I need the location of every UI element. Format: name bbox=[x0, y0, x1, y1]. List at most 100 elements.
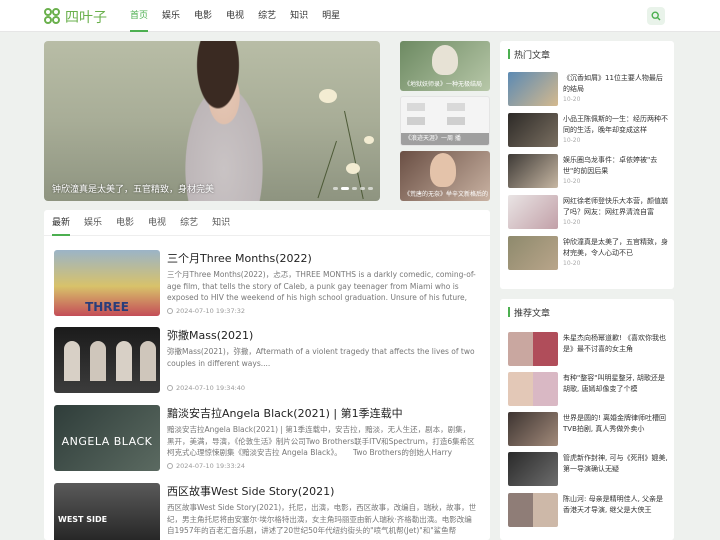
hero-slider[interactable] bbox=[44, 41, 380, 201]
tab-variety[interactable]: 综艺 bbox=[180, 210, 198, 235]
recommended-article-thumbnail[interactable] bbox=[508, 493, 558, 527]
article-thumbnail[interactable]: THREE bbox=[54, 250, 160, 316]
recommended-article-item[interactable]: 世界是圆的! 离婚金牌律师吐槽回TVB拍剧, 真人秀做外卖小 bbox=[508, 412, 668, 446]
hot-articles-box: 热门文章 《沉香如屑》11位主要人物最后的结局 10-20 小品王陈佩斯的一生：… bbox=[500, 41, 674, 289]
hot-article-item[interactable]: 网红徐老师登快乐大本营，颜值崩了吗？网友：网红界清流自富 10-20 bbox=[508, 195, 668, 229]
article-thumbnail[interactable]: ANGELA BLACK bbox=[54, 405, 160, 471]
site-logo[interactable]: 四叶子 bbox=[44, 7, 107, 27]
recommended-article-title[interactable]: 有种"整容"叫明星整牙, 胡歌还是胡歌, 唐嫣却像变了个模 bbox=[563, 373, 669, 395]
recommended-article-item[interactable]: 陈山河: 母亲是精明佳人, 父亲是香港天才导演, 继父是大侠王 bbox=[508, 493, 668, 527]
nav-item-knowledge[interactable]: 知识 bbox=[290, 0, 308, 32]
category-tabs: 最新 娱乐 电影 电视 综艺 知识 bbox=[44, 210, 490, 236]
hero-decoration bbox=[364, 136, 374, 144]
hot-article-item[interactable]: 钟欣潼真是太美了，五官精致，身材完美，令人心动不已 10-20 bbox=[508, 236, 668, 270]
nav-item-home[interactable]: 首页 bbox=[130, 0, 149, 32]
article-item[interactable]: WEST SIDE 西区故事West Side Story(2021) 西区故事… bbox=[54, 483, 484, 540]
hot-article-title[interactable]: 娱乐圈乌龙事件：卓依婷被"去世"的前因后果 bbox=[563, 155, 669, 177]
article-title[interactable]: 三个月Three Months(2022) bbox=[167, 250, 312, 266]
hot-article-item[interactable]: 《沉香如屑》11位主要人物最后的结局 10-20 bbox=[508, 72, 668, 106]
recommended-articles-title: 推荐文章 bbox=[500, 299, 674, 321]
hot-article-thumbnail[interactable] bbox=[508, 195, 558, 229]
article-timestamp: 2024-07-10 19:37:32 bbox=[176, 307, 246, 315]
tab-latest[interactable]: 最新 bbox=[52, 210, 71, 236]
article-thumbnail[interactable]: WEST SIDE bbox=[54, 483, 160, 540]
article-title[interactable]: 西区故事West Side Story(2021) bbox=[167, 483, 334, 499]
main-nav: 首页 娱乐 电影 电视 综艺 知识 明星 bbox=[130, 0, 354, 32]
nav-item-entertainment[interactable]: 娱乐 bbox=[162, 0, 180, 32]
article-list-panel: 最新 娱乐 电影 电视 综艺 知识 THREE 三个月Three Months(… bbox=[44, 210, 490, 540]
article-summary: 黯淡安吉拉Angela Black(2021) | 第1季连载中，安吉拉，黯淡，… bbox=[167, 425, 475, 457]
article-timestamp: 2024-07-10 19:34:40 bbox=[176, 384, 246, 392]
slider-dot[interactable] bbox=[352, 187, 357, 190]
slider-dot-active[interactable] bbox=[341, 187, 349, 190]
search-button[interactable] bbox=[647, 7, 665, 25]
site-header: 四叶子 首页 娱乐 电影 电视 综艺 知识 明星 bbox=[0, 0, 720, 32]
hero-pagination bbox=[333, 187, 373, 190]
hot-article-title[interactable]: 网红徐老师登快乐大本营，颜值崩了吗？网友：网红界清流自富 bbox=[563, 196, 669, 218]
recommended-article-thumbnail[interactable] bbox=[508, 412, 558, 446]
article-item[interactable]: THREE 三个月Three Months(2022) 三个月Three Mon… bbox=[54, 250, 484, 316]
recommended-article-item[interactable]: 朱星杰向杨幂道歉! 《喜欢你我也是》最不讨喜的女主角 bbox=[508, 332, 668, 366]
thumbnail-text: ANGELA BLACK bbox=[61, 435, 153, 448]
hot-article-date: 10-20 bbox=[563, 96, 581, 103]
article-timestamp: 2024-07-10 19:33:24 bbox=[176, 462, 246, 470]
side-thumb-1[interactable]: 《地狱妖师录》一种无极结局 bbox=[400, 41, 490, 91]
hot-article-date: 10-20 bbox=[563, 260, 581, 267]
thumbnail-text: WEST SIDE bbox=[58, 515, 108, 524]
hot-article-title[interactable]: 《沉香如屑》11位主要人物最后的结局 bbox=[563, 73, 669, 95]
hot-article-item[interactable]: 小品王陈佩斯的一生：经历两种不同的生活，晚年却变成这样 10-20 bbox=[508, 113, 668, 147]
clock-icon bbox=[167, 385, 173, 391]
tab-movie[interactable]: 电影 bbox=[116, 210, 134, 235]
hot-article-date: 10-20 bbox=[563, 137, 581, 144]
side-thumb-3[interactable]: 《荒唐的无奈》举辛文新格后的 bbox=[400, 151, 490, 201]
slider-dot[interactable] bbox=[333, 187, 338, 190]
article-summary: 弥撒Mass(2021)，弥撒，Aftermath of a violent t… bbox=[167, 347, 475, 368]
search-icon bbox=[651, 11, 661, 21]
side-thumb-caption: 《地狱妖师录》一种无极结局 bbox=[404, 81, 483, 88]
hero-caption[interactable]: 钟欣潼真是太美了，五官精致，身材完美 bbox=[52, 182, 214, 195]
nav-item-variety[interactable]: 综艺 bbox=[258, 0, 276, 32]
recommended-article-thumbnail[interactable] bbox=[508, 452, 558, 486]
tab-entertainment[interactable]: 娱乐 bbox=[84, 210, 102, 235]
hot-article-date: 10-20 bbox=[563, 219, 581, 226]
recommended-article-title[interactable]: 陈山河: 母亲是精明佳人, 父亲是香港天才导演, 继父是大侠王 bbox=[563, 494, 669, 516]
article-title[interactable]: 弥撒Mass(2021) bbox=[167, 327, 253, 343]
nav-item-tv[interactable]: 电视 bbox=[226, 0, 244, 32]
article-item[interactable]: ANGELA BLACK 黯淡安吉拉Angela Black(2021) | 第… bbox=[54, 405, 484, 471]
side-thumb-2[interactable]: 《浪迹天涯》一周 播 bbox=[400, 96, 490, 146]
hot-article-thumbnail[interactable] bbox=[508, 72, 558, 106]
recommended-article-title[interactable]: 朱星杰向杨幂道歉! 《喜欢你我也是》最不讨喜的女主角 bbox=[563, 333, 669, 355]
hot-article-title[interactable]: 小品王陈佩斯的一生：经历两种不同的生活，晚年却变成这样 bbox=[563, 114, 669, 136]
article-time: 2024-07-10 19:34:40 bbox=[167, 384, 245, 392]
recommended-articles-box: 推荐文章 朱星杰向杨幂道歉! 《喜欢你我也是》最不讨喜的女主角 有种"整容"叫明… bbox=[500, 299, 674, 540]
article-item[interactable]: 弥撒Mass(2021) 弥撒Mass(2021)，弥撒，Aftermath o… bbox=[54, 327, 484, 393]
hero-decoration bbox=[319, 89, 337, 103]
recommended-article-title[interactable]: 管虎新作封神, 可与《死刑》媲美, 第一导演确认无疑 bbox=[563, 453, 669, 475]
slider-dot[interactable] bbox=[360, 187, 365, 190]
hot-article-thumbnail[interactable] bbox=[508, 113, 558, 147]
hot-article-thumbnail[interactable] bbox=[508, 154, 558, 188]
tab-tv[interactable]: 电视 bbox=[148, 210, 166, 235]
hero-decoration bbox=[346, 163, 360, 174]
article-time: 2024-07-10 19:37:32 bbox=[167, 307, 245, 315]
tab-knowledge[interactable]: 知识 bbox=[212, 210, 230, 235]
article-summary: 三个月Three Months(2022)，忐忑，THREE MONTHS is… bbox=[167, 270, 476, 302]
hot-article-item[interactable]: 娱乐圈乌龙事件：卓依婷被"去世"的前因后果 10-20 bbox=[508, 154, 668, 188]
clock-icon bbox=[167, 308, 173, 314]
hot-article-thumbnail[interactable] bbox=[508, 236, 558, 270]
thumbnail-text: THREE bbox=[85, 300, 129, 314]
recommended-article-item[interactable]: 有种"整容"叫明星整牙, 胡歌还是胡歌, 唐嫣却像变了个模 bbox=[508, 372, 668, 406]
recommended-article-title[interactable]: 世界是圆的! 离婚金牌律师吐槽回TVB拍剧, 真人秀做外卖小 bbox=[563, 413, 669, 435]
article-title[interactable]: 黯淡安吉拉Angela Black(2021) | 第1季连载中 bbox=[167, 405, 403, 421]
slider-dot[interactable] bbox=[368, 187, 373, 190]
nav-item-stars[interactable]: 明星 bbox=[322, 0, 340, 32]
article-time: 2024-07-10 19:33:24 bbox=[167, 462, 245, 470]
recommended-article-thumbnail[interactable] bbox=[508, 372, 558, 406]
hero-image bbox=[164, 41, 284, 201]
recommended-article-item[interactable]: 管虎新作封神, 可与《死刑》媲美, 第一导演确认无疑 bbox=[508, 452, 668, 486]
clover-icon bbox=[44, 8, 62, 26]
nav-item-movie[interactable]: 电影 bbox=[194, 0, 212, 32]
hot-article-title[interactable]: 钟欣潼真是太美了，五官精致，身材完美，令人心动不已 bbox=[563, 237, 669, 259]
recommended-article-thumbnail[interactable] bbox=[508, 332, 558, 366]
article-thumbnail[interactable] bbox=[54, 327, 160, 393]
